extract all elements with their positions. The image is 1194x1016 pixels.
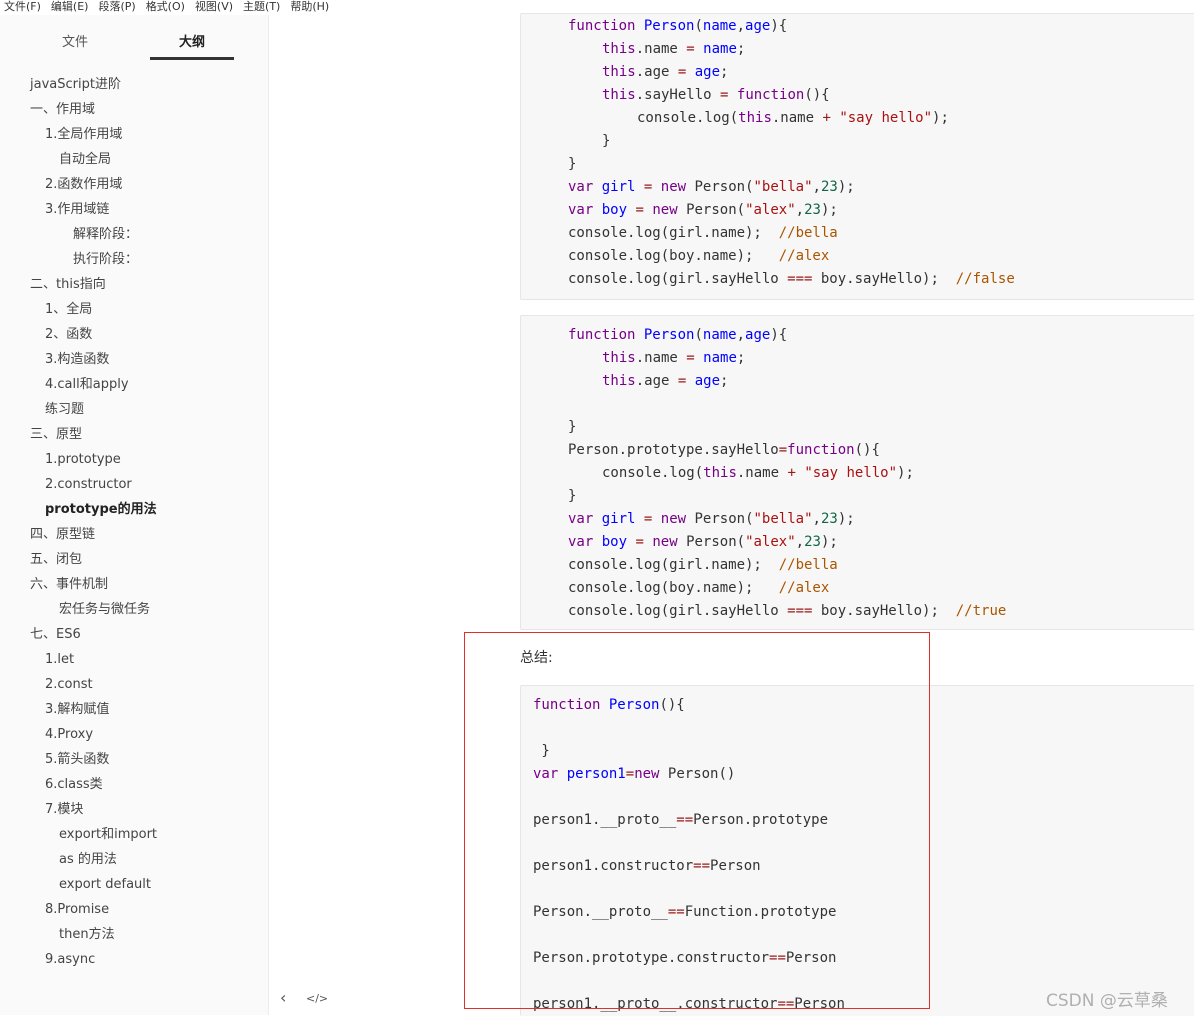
menu-help[interactable]: 帮助(H) [286, 0, 335, 14]
code-line: this.name = name; [602, 41, 746, 57]
sidebar: 文件 大纲 javaScript进阶 一、作用域 1.全局作用域 自动全局 2.函数作用… [0, 15, 269, 1015]
outline-item[interactable]: 五、闭包 [30, 551, 82, 569]
code-block-1[interactable]: function Person(name,age){ this.name = n… [520, 13, 1194, 300]
outline-item[interactable]: 9.async [45, 951, 95, 969]
outline-item[interactable]: 七、ES6 [30, 626, 81, 644]
outline-item[interactable]: 一、作用域 [30, 101, 95, 119]
outline-item[interactable]: 自动全局 [59, 151, 111, 169]
outline-item[interactable]: 1、全局 [45, 301, 92, 319]
code-line: function Person(name,age){ [568, 327, 788, 343]
outline-item[interactable]: 6.class类 [45, 776, 103, 794]
watermark: CSDN @云草桑 [1046, 991, 1168, 1011]
tab-outline[interactable]: 大纲 [150, 31, 234, 50]
code-line: person1.constructor==Person [533, 858, 761, 874]
outline-item[interactable]: 3.解构赋值 [45, 701, 109, 719]
outline-item[interactable]: 宏任务与微任务 [59, 601, 150, 619]
code-line: console.log(this.name + "say hello"); [637, 110, 949, 126]
code-line: console.log(boy.name); //alex [568, 248, 830, 264]
outline-item[interactable]: 2.constructor [45, 476, 132, 494]
outline-item[interactable]: 2.函数作用域 [45, 176, 122, 194]
summary-label: 总结: [520, 650, 553, 666]
code-line: this.name = name; [602, 350, 746, 366]
code-line: var girl = new Person("bella",23); [568, 179, 855, 195]
sidebar-tabs: 文件 大纲 [0, 15, 268, 63]
outline-item[interactable]: 1.prototype [45, 451, 121, 469]
code-line: function Person(){ [533, 697, 685, 713]
code-line: Person.__proto__==Function.prototype [533, 904, 837, 920]
code-line: } [602, 133, 611, 149]
code-line: function Person(name,age){ [568, 18, 788, 34]
code-line: person1.__proto__==Person.prototype [533, 812, 829, 828]
outline-item[interactable]: 4.Proxy [45, 726, 93, 744]
outline-item[interactable]: 4.call和apply [45, 376, 129, 394]
code-line: } [568, 156, 577, 172]
outline-item[interactable]: 1.全局作用域 [45, 126, 122, 144]
code-line: this.sayHello = function(){ [602, 87, 830, 103]
menu-view[interactable]: 视图(V) [191, 0, 239, 14]
code-block-3[interactable]: function Person(){ } var person1=new Per… [520, 685, 1194, 1016]
code-line: Person.prototype.constructor==Person [533, 950, 837, 966]
outline-item[interactable]: then方法 [59, 926, 115, 944]
menu-theme[interactable]: 主题(T) [239, 0, 286, 14]
outline-item[interactable]: 3.构造函数 [45, 351, 109, 369]
code-line: console.log(girl.name); //bella [568, 225, 838, 241]
outline-item[interactable]: 四、原型链 [30, 526, 95, 544]
active-tab-indicator [150, 57, 234, 60]
code-line: } [568, 419, 577, 435]
code-line: console.log(this.name + "say hello"); [602, 465, 914, 481]
code-line: } [568, 488, 577, 504]
tab-files[interactable]: 文件 [33, 31, 117, 50]
code-line: var person1=new Person() [533, 766, 736, 782]
outline-item[interactable]: export default [59, 876, 151, 894]
code-line: console.log(girl.sayHello === boy.sayHel… [568, 271, 1015, 287]
menu-edit[interactable]: 编辑(E) [47, 0, 95, 14]
outline-item[interactable]: 5.箭头函数 [45, 751, 109, 769]
code-line: var boy = new Person("alex",23); [568, 202, 838, 218]
outline-item[interactable]: 8.Promise [45, 901, 109, 919]
code-line: this.age = age; [602, 373, 729, 389]
outline-item[interactable]: export和import [59, 826, 157, 844]
outline-item[interactable]: 练习题 [45, 401, 84, 419]
outline-item[interactable]: javaScript进阶 [30, 76, 121, 94]
editor-content: function Person(name,age){ this.name = n… [269, 13, 1194, 1016]
code-line: Person.prototype.sayHello=function(){ [568, 442, 880, 458]
menu-paragraph[interactable]: 段落(P) [94, 0, 141, 14]
outline-item[interactable]: 1.let [45, 651, 74, 669]
code-line: this.age = age; [602, 64, 729, 80]
code-line: console.log(boy.name); //alex [568, 580, 830, 596]
outline-item[interactable]: 3.作用域链 [45, 201, 109, 219]
outline-item[interactable]: prototype的用法 [45, 501, 157, 519]
code-line: console.log(girl.name); //bella [568, 557, 838, 573]
outline-item[interactable]: as 的用法 [59, 851, 117, 869]
code-line: var boy = new Person("alex",23); [568, 534, 838, 550]
code-line: var girl = new Person("bella",23); [568, 511, 855, 527]
chevron-left-icon[interactable]: ‹ [280, 988, 286, 1007]
outline-item[interactable]: 2、函数 [45, 326, 92, 344]
code-icon[interactable]: </> [306, 992, 328, 1005]
outline-item[interactable]: 三、原型 [30, 426, 82, 444]
code-line: console.log(girl.sayHello === boy.sayHel… [568, 603, 1007, 619]
outline-item[interactable]: 7.模块 [45, 801, 83, 819]
menu-file[interactable]: 文件(F) [0, 0, 47, 14]
code-line: } [533, 743, 550, 759]
outline-item[interactable]: 六、事件机制 [30, 576, 108, 594]
outline-item[interactable]: 执行阶段： [73, 251, 138, 269]
code-block-2[interactable]: function Person(name,age){ this.name = n… [520, 315, 1194, 630]
outline-item[interactable]: 二、this指向 [30, 276, 106, 294]
menu-format[interactable]: 格式(O) [142, 0, 191, 14]
outline-item[interactable]: 2.const [45, 676, 93, 694]
outline-item[interactable]: 解释阶段： [73, 226, 138, 244]
